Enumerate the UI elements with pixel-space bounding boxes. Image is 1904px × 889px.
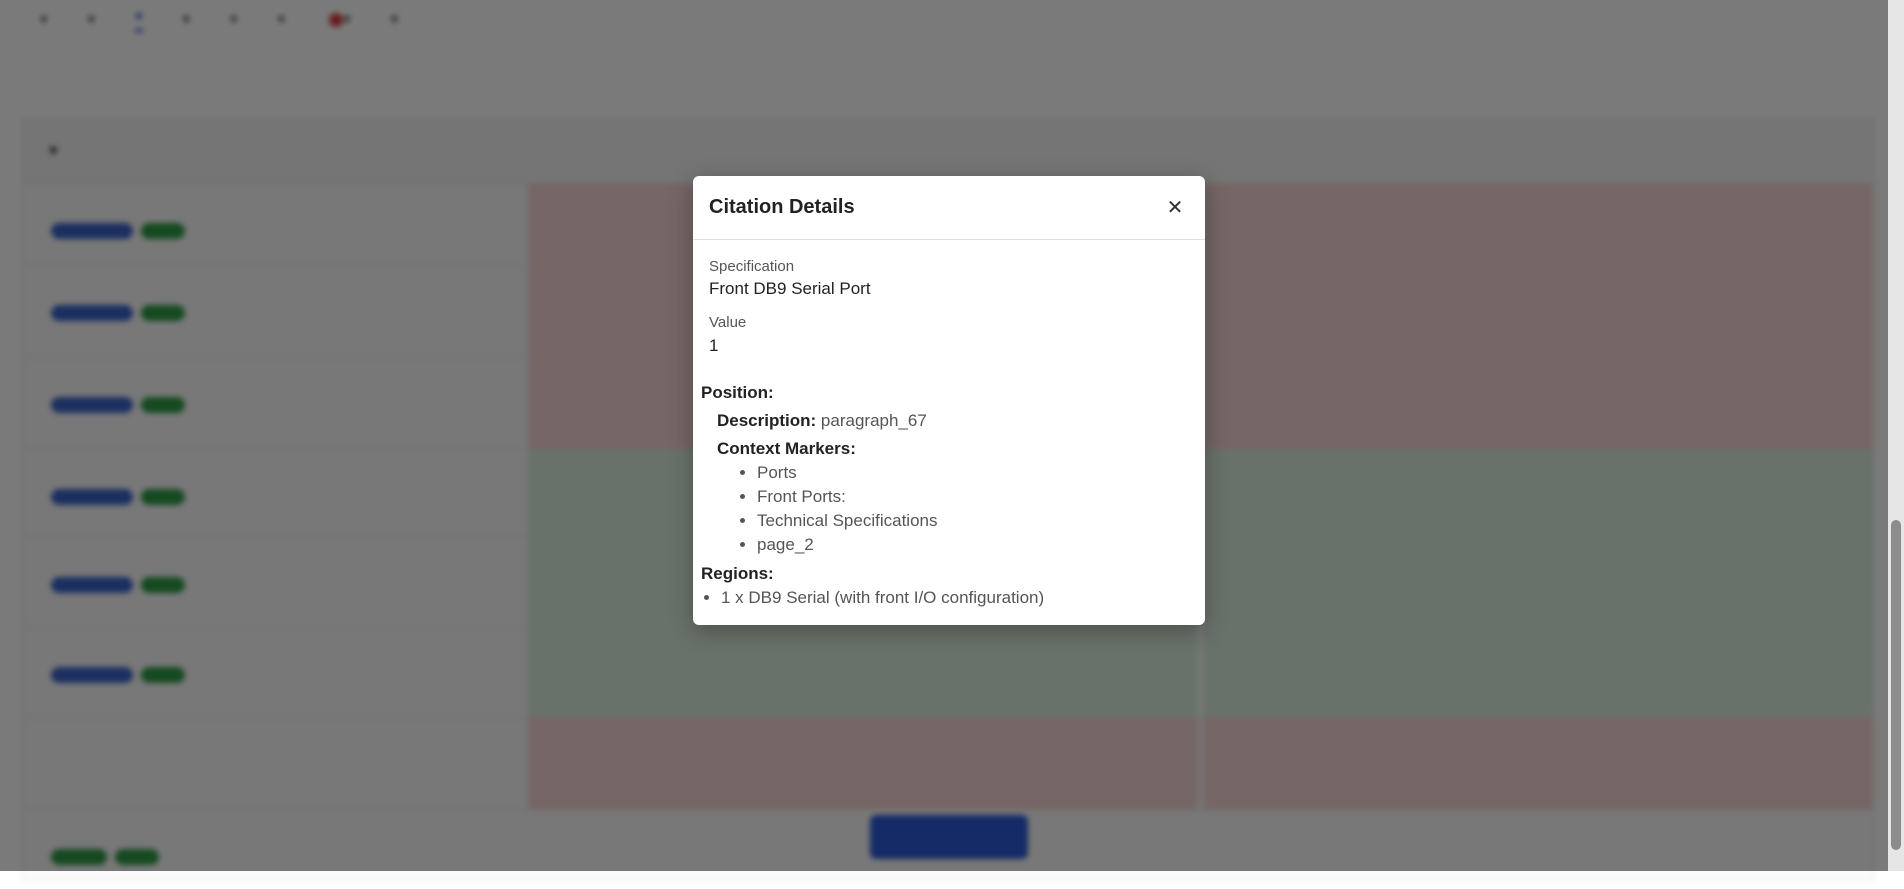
list-item: page_2 — [757, 533, 937, 557]
close-icon: ✕ — [1166, 197, 1184, 219]
list-item: Front Ports: — [757, 485, 937, 509]
context-markers-heading: Context Markers: — [717, 439, 856, 458]
close-button[interactable]: ✕ — [1163, 196, 1187, 220]
regions-list: 1 x DB9 Serial (with front I/O configura… — [701, 586, 1044, 610]
list-item: 1 x DB9 Serial (with front I/O configura… — [721, 586, 1044, 610]
position-heading: Position: — [701, 383, 774, 402]
modal-title: Citation Details — [709, 196, 855, 218]
citation-details-modal: Citation Details ✕ Specification Front D… — [693, 176, 1205, 625]
description-value: paragraph_67 — [820, 411, 927, 430]
context-markers-list: Ports Front Ports: Technical Specificati… — [737, 461, 937, 557]
description-line: Description: paragraph_67 — [717, 411, 927, 431]
specification-label: Specification — [709, 258, 795, 275]
list-item: Ports — [757, 461, 937, 485]
regions-heading: Regions: — [701, 564, 774, 583]
scrollbar-thumb[interactable] — [1891, 520, 1901, 850]
modal-header: Citation Details ✕ — [693, 176, 1205, 240]
description-label: Description: — [717, 411, 817, 430]
page-scrollbar[interactable] — [1888, 0, 1904, 871]
value-value: 1 — [709, 336, 719, 355]
specification-value: Front DB9 Serial Port — [709, 279, 871, 298]
list-item: Technical Specifications — [757, 509, 937, 533]
value-label: Value — [709, 314, 747, 331]
